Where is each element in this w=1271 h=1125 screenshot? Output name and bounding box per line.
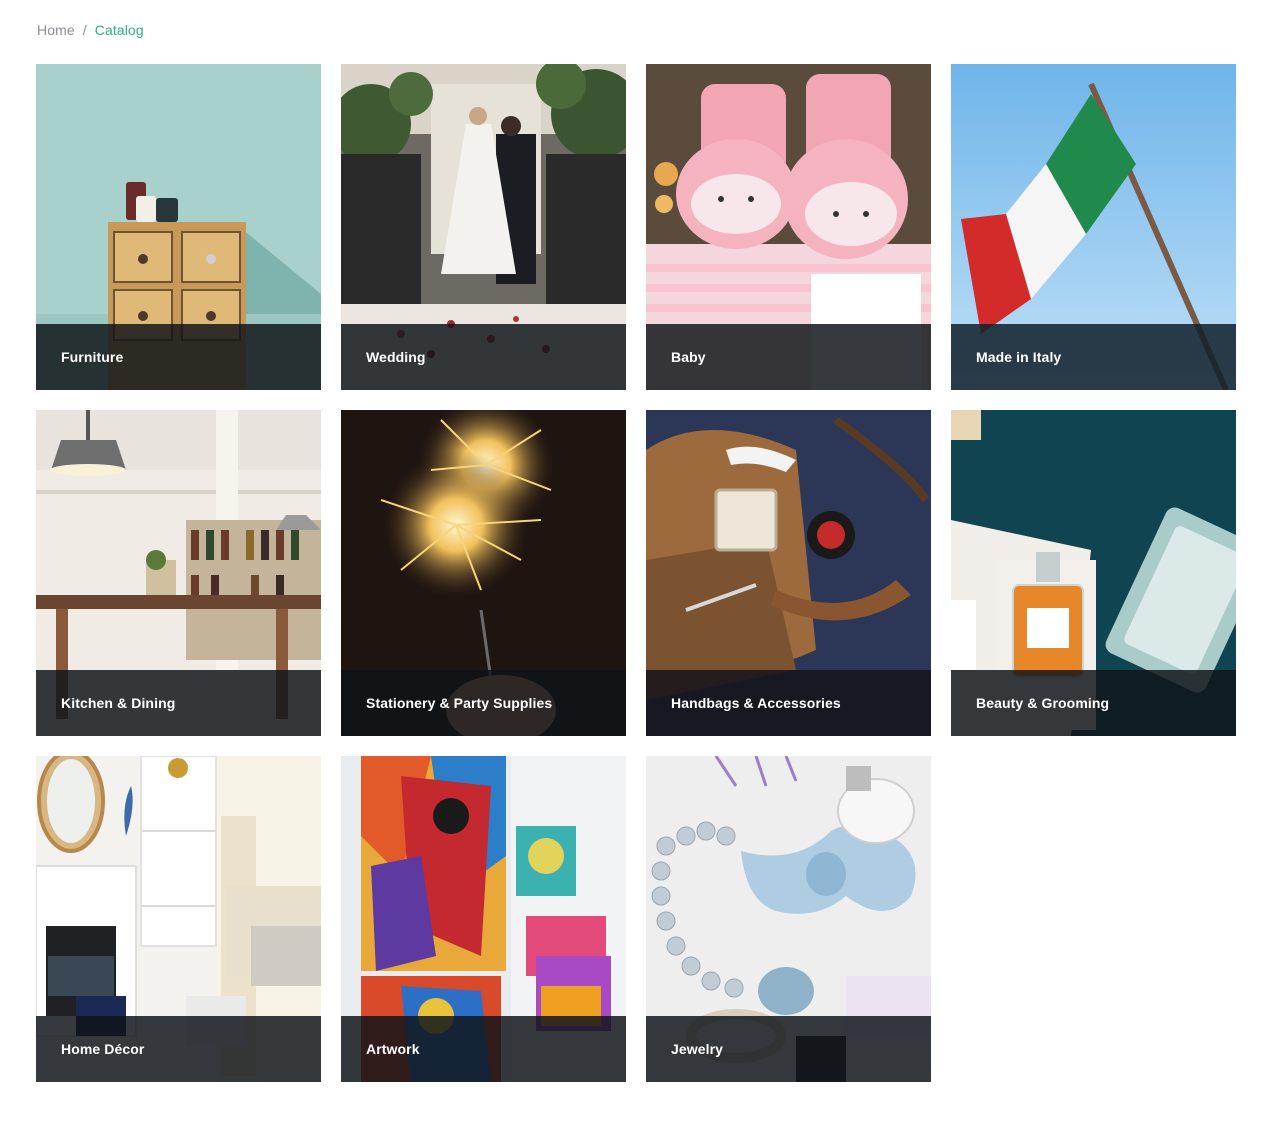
breadcrumb-current: Catalog [94,22,144,38]
category-label: Artwork [366,1041,420,1057]
catalog-page: Home / Catalog Furniture Wedding Baby Ma… [0,0,1271,1125]
tile-caption: Home Décor [36,1016,321,1082]
category-tile-stationery-party[interactable]: Stationery & Party Supplies [341,410,626,736]
tile-caption: Baby [646,324,931,390]
breadcrumb-separator: / [82,22,87,38]
category-label: Wedding [366,349,426,365]
category-tile-furniture[interactable]: Furniture [36,64,321,390]
category-label: Baby [671,349,706,365]
category-tile-handbags-accessories[interactable]: Handbags & Accessories [646,410,931,736]
tile-caption: Beauty & Grooming [951,670,1236,736]
tile-caption: Made in Italy [951,324,1236,390]
category-label: Home Décor [61,1041,145,1057]
category-tile-jewelry[interactable]: Jewelry [646,756,931,1082]
tile-caption: Jewelry [646,1016,931,1082]
category-tile-artwork[interactable]: Artwork [341,756,626,1082]
category-label: Furniture [61,349,124,365]
category-label: Stationery & Party Supplies [366,695,553,711]
tile-caption: Handbags & Accessories [646,670,931,736]
category-label: Made in Italy [976,349,1062,365]
breadcrumb: Home / Catalog [37,21,144,39]
category-label: Handbags & Accessories [671,695,841,711]
category-label: Beauty & Grooming [976,695,1110,711]
breadcrumb-home-link[interactable]: Home [37,21,75,39]
tile-caption: Wedding [341,324,626,390]
category-label: Jewelry [671,1041,724,1057]
category-tile-kitchen-dining[interactable]: Kitchen & Dining [36,410,321,736]
category-tile-wedding[interactable]: Wedding [341,64,626,390]
category-grid: Furniture Wedding Baby Made in Italy Kit… [36,64,1236,1082]
tile-caption: Furniture [36,324,321,390]
category-tile-beauty-grooming[interactable]: Beauty & Grooming [951,410,1236,736]
category-tile-baby[interactable]: Baby [646,64,931,390]
tile-caption: Stationery & Party Supplies [341,670,626,736]
category-label: Kitchen & Dining [61,695,176,711]
category-tile-made-in-italy[interactable]: Made in Italy [951,64,1236,390]
tile-caption: Artwork [341,1016,626,1082]
tile-caption: Kitchen & Dining [36,670,321,736]
category-tile-home-decor[interactable]: Home Décor [36,756,321,1082]
